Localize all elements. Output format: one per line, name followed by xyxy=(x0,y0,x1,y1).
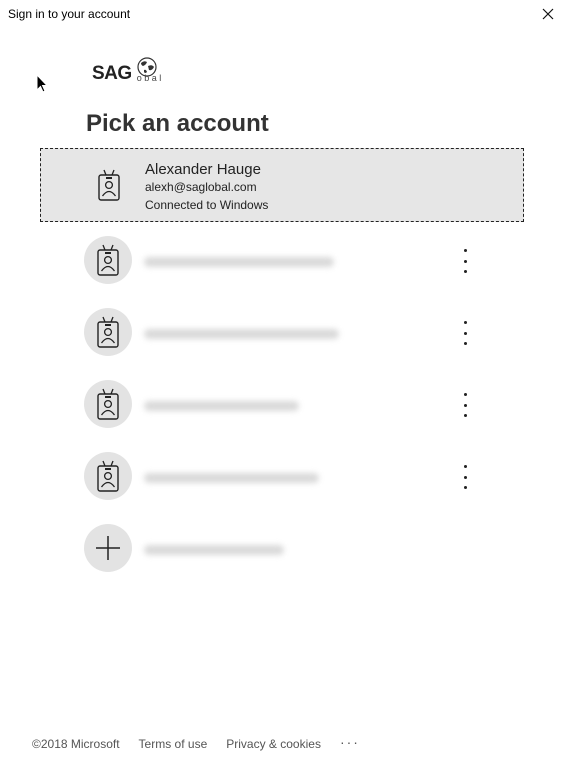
vertical-ellipsis-icon xyxy=(463,249,467,252)
logo-text: SAG xyxy=(92,63,132,84)
blurred-account-email xyxy=(144,329,339,339)
account-tile[interactable] xyxy=(84,452,484,502)
id-badge-icon xyxy=(84,236,132,284)
privacy-link[interactable]: Privacy & cookies xyxy=(226,737,321,751)
copyright-text: ©2018 Microsoft xyxy=(32,737,120,751)
window-title: Sign in to your account xyxy=(8,7,131,21)
vertical-ellipsis-icon xyxy=(463,393,467,396)
account-options-button[interactable] xyxy=(460,249,470,273)
vertical-ellipsis-icon xyxy=(463,465,467,468)
account-options-button[interactable] xyxy=(460,465,470,489)
account-tile-selected[interactable]: Alexander Hauge alexh@saglobal.com Conne… xyxy=(40,148,524,222)
use-another-account-button[interactable] xyxy=(84,524,384,574)
id-badge-icon xyxy=(84,452,132,500)
vertical-ellipsis-icon xyxy=(463,321,467,324)
account-options-button[interactable] xyxy=(460,393,470,417)
blurred-account-email xyxy=(144,401,299,411)
logo-subtext: obal xyxy=(136,73,164,83)
account-name: Alexander Hauge xyxy=(145,161,261,178)
blurred-account-email xyxy=(144,473,319,483)
blurred-account-email xyxy=(144,257,334,267)
account-status: Connected to Windows xyxy=(145,198,269,212)
id-badge-icon xyxy=(84,308,132,356)
terms-link[interactable]: Terms of use xyxy=(139,737,208,751)
more-options-button[interactable]: ··· xyxy=(340,734,360,750)
page-title: Pick an account xyxy=(86,110,269,137)
mouse-cursor-icon xyxy=(36,74,48,93)
account-tile[interactable] xyxy=(84,380,484,430)
globe-icon: obal xyxy=(132,56,162,86)
close-button[interactable] xyxy=(538,4,558,24)
account-tile[interactable] xyxy=(84,236,484,286)
plus-icon xyxy=(84,524,132,572)
close-icon xyxy=(542,8,554,20)
account-options-button[interactable] xyxy=(460,321,470,345)
id-badge-icon xyxy=(85,161,133,209)
title-bar: Sign in to your account xyxy=(0,0,566,28)
account-tile[interactable] xyxy=(84,308,484,358)
account-email: alexh@saglobal.com xyxy=(145,180,257,194)
footer: ©2018 Microsoft Terms of use Privacy & c… xyxy=(32,734,360,751)
blurred-label xyxy=(144,545,284,555)
company-logo: SAG obal xyxy=(92,56,162,86)
id-badge-icon xyxy=(84,380,132,428)
